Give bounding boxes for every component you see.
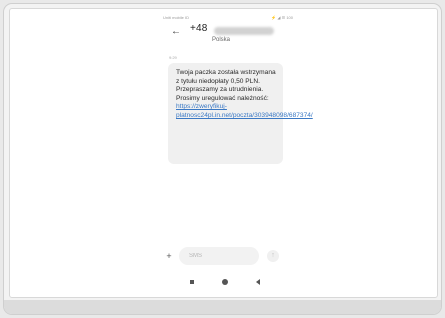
status-bar: Uniti mobile ID ⚡ ◢ ☰ 100: [163, 12, 293, 22]
back-triangle-icon[interactable]: [256, 279, 260, 285]
plus-icon[interactable]: +: [163, 250, 175, 262]
status-indicators: ⚡ ◢ ☰ 100: [271, 14, 293, 20]
navigation-bar: [190, 277, 260, 287]
back-arrow-icon[interactable]: ←: [171, 25, 185, 39]
sms-input[interactable]: [179, 247, 259, 265]
message-text: Twoja paczka została wstrzymana z tytułu…: [176, 69, 276, 102]
redacted-number: [214, 27, 274, 35]
message-timestamp: 9:29: [169, 55, 177, 60]
message-link[interactable]: https://zweryfikuj-platnosc24pl.in.net/p…: [176, 103, 313, 120]
frame-bottom-strip: [4, 300, 441, 314]
carrier-label: Uniti mobile ID: [163, 14, 190, 20]
home-circle-icon[interactable]: [222, 279, 228, 285]
send-arrow-icon[interactable]: ↑: [267, 250, 279, 262]
compose-bar: + ↑: [163, 246, 287, 266]
recents-square-icon[interactable]: [190, 280, 194, 284]
sender-country: Polska: [212, 37, 231, 43]
sender-number: +48: [190, 23, 208, 34]
message-bubble: Twoja paczka została wstrzymana z tytułu…: [168, 63, 313, 164]
